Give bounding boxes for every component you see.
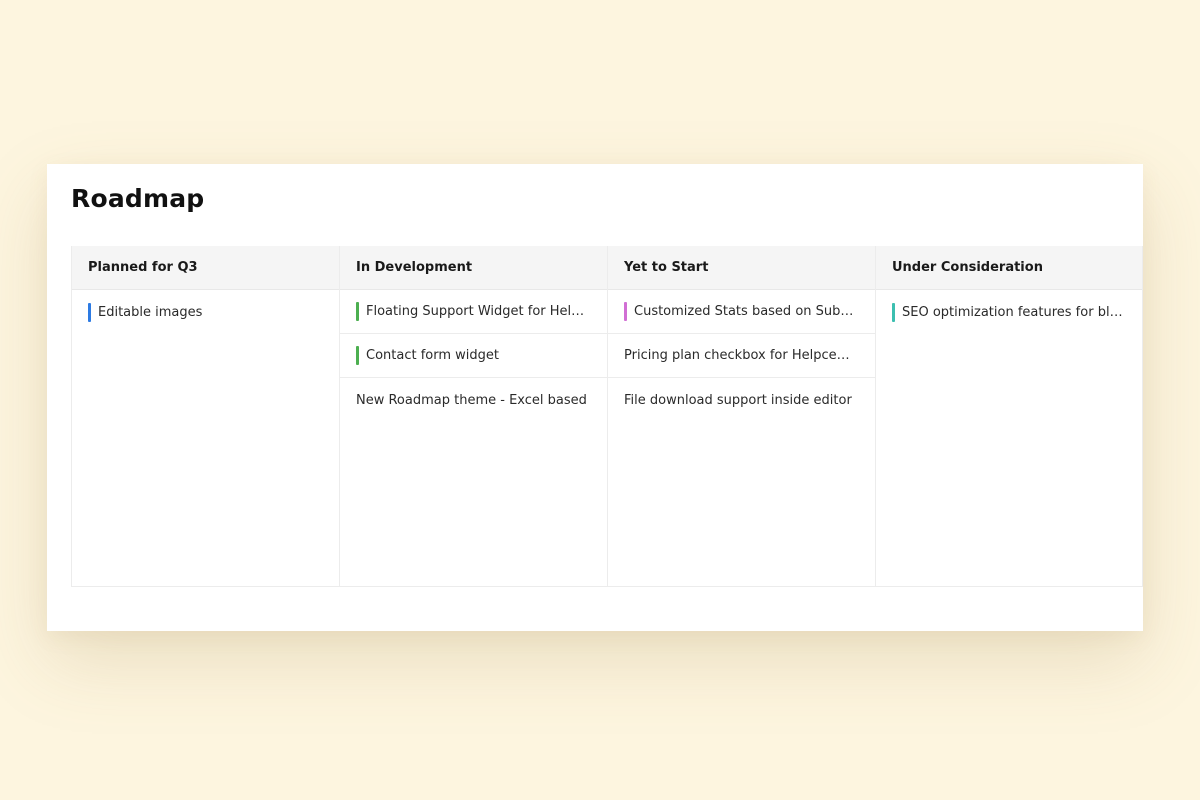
column-header: In Development — [340, 246, 607, 290]
roadmap-item[interactable]: Editable images — [72, 290, 339, 334]
roadmap-item-label: Customized Stats based on Subscription — [634, 304, 857, 319]
roadmap-item-label: New Roadmap theme - Excel based — [356, 392, 587, 408]
page-title: Roadmap — [71, 184, 205, 213]
roadmap-panel: Roadmap Planned for Q3 Editable images I… — [47, 164, 1143, 631]
roadmap-board: Planned for Q3 Editable images In Develo… — [71, 246, 1143, 587]
status-tag-bar — [356, 302, 359, 321]
status-tag-bar — [356, 346, 359, 365]
roadmap-item[interactable]: SEO optimization features for blog — [876, 290, 1142, 334]
roadmap-item[interactable]: File download support inside editor — [608, 378, 875, 422]
column-under-consideration: Under Consideration SEO optimization fea… — [875, 246, 1143, 587]
roadmap-item[interactable]: Contact form widget — [340, 334, 607, 378]
status-tag-bar — [892, 302, 895, 322]
column-planned-for-q3: Planned for Q3 Editable images — [71, 246, 339, 587]
column-yet-to-start: Yet to Start Customized Stats based on S… — [607, 246, 875, 587]
roadmap-item-label: File download support inside editor — [624, 392, 852, 408]
column-header: Planned for Q3 — [72, 246, 339, 290]
column-header: Under Consideration — [876, 246, 1142, 290]
column-in-development: In Development Floating Support Widget f… — [339, 246, 607, 587]
roadmap-item-label: Editable images — [98, 304, 203, 320]
roadmap-item[interactable]: Pricing plan checkbox for Helpcenter — [608, 334, 875, 378]
roadmap-item[interactable]: Floating Support Widget for Helpcenter — [340, 290, 607, 334]
roadmap-item[interactable]: New Roadmap theme - Excel based — [340, 378, 607, 422]
roadmap-item-label: Pricing plan checkbox for Helpcenter — [624, 348, 857, 363]
roadmap-item-label: Contact form widget — [366, 348, 499, 363]
status-tag-bar — [88, 302, 91, 322]
status-tag-bar — [624, 302, 627, 321]
column-header: Yet to Start — [608, 246, 875, 290]
roadmap-item-label: SEO optimization features for blog — [902, 304, 1124, 320]
roadmap-item-label: Floating Support Widget for Helpcenter — [366, 304, 589, 319]
roadmap-item[interactable]: Customized Stats based on Subscription — [608, 290, 875, 334]
